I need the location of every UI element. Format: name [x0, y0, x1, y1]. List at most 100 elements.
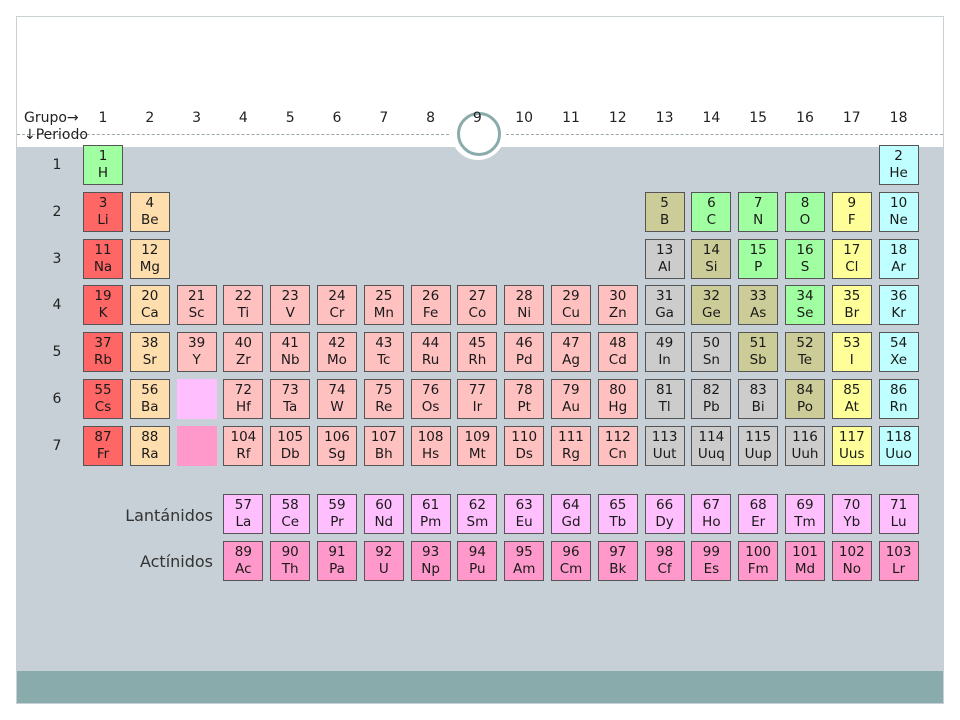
element-cell[interactable]: 65 Tb: [597, 494, 638, 534]
element-cell[interactable]: 15 P: [738, 238, 779, 279]
element-cell[interactable]: 6C: [691, 191, 732, 232]
element-cell[interactable]: 55 Cs: [83, 379, 123, 419]
element-cell[interactable]: 114 Uuq: [691, 425, 732, 466]
element-cell[interactable]: 76 Os: [410, 379, 451, 419]
element-cell[interactable]: 53 I: [831, 332, 872, 373]
element-cell[interactable]: 94 Pu: [457, 541, 498, 581]
element-cell[interactable]: 91 Pa: [317, 541, 357, 581]
element-cell[interactable]: 44 Ru: [410, 332, 451, 373]
element-cell[interactable]: 48 Cd: [597, 332, 638, 373]
element-cell[interactable]: 82 Pb: [691, 379, 732, 419]
element-cell[interactable]: 16 S: [785, 238, 825, 279]
element-cell[interactable]: 95 Am: [504, 541, 545, 581]
element-cell[interactable]: 45 Rh: [457, 332, 498, 373]
element-cell[interactable]: 103 Lr: [878, 541, 919, 581]
element-cell[interactable]: 26 Fe: [410, 285, 451, 326]
element-cell[interactable]: 27 Co: [457, 285, 498, 326]
element-cell[interactable]: 72 Hf: [223, 379, 264, 419]
element-cell[interactable]: 83 Bi: [738, 379, 779, 419]
element-cell[interactable]: 34 Se: [785, 285, 825, 326]
element-cell[interactable]: 59 Pr: [317, 494, 357, 534]
element-cell[interactable]: 50 Sn: [691, 332, 732, 373]
element-cell[interactable]: 69 Tm: [785, 494, 825, 534]
element-cell[interactable]: 17 Cl: [831, 238, 872, 279]
element-cell[interactable]: 71 Lu: [878, 494, 919, 534]
element-cell[interactable]: 56 Ba: [129, 379, 170, 419]
element-cell[interactable]: 74 W: [317, 379, 357, 419]
element-cell[interactable]: 88 Ra: [129, 425, 170, 466]
element-cell[interactable]: 42 Mo: [317, 332, 357, 373]
element-cell[interactable]: 36 Kr: [878, 285, 919, 326]
element-cell[interactable]: 8O: [785, 191, 825, 232]
element-cell[interactable]: 79 Au: [551, 379, 591, 419]
element-cell[interactable]: 105 Db: [270, 425, 311, 466]
element-cell[interactable]: 87 Fr: [83, 425, 123, 466]
element-cell[interactable]: 11 Na: [83, 238, 123, 279]
element-cell[interactable]: 12 Mg: [129, 238, 170, 279]
element-cell[interactable]: 111 Rg: [551, 425, 591, 466]
element-cell[interactable]: 35 Br: [831, 285, 872, 326]
element-cell[interactable]: 43 Tc: [363, 332, 404, 373]
element-cell[interactable]: 14 Si: [691, 238, 732, 279]
element-cell[interactable]: 29 Cu: [551, 285, 591, 326]
element-cell[interactable]: 84 Po: [785, 379, 825, 419]
element-cell[interactable]: 60 Nd: [363, 494, 404, 534]
element-cell[interactable]: 5B: [644, 191, 685, 232]
element-cell[interactable]: 23 V: [270, 285, 311, 326]
element-cell[interactable]: 38 Sr: [129, 332, 170, 373]
element-cell[interactable]: 99 Es: [691, 541, 732, 581]
element-cell[interactable]: 118 Uuo: [878, 425, 919, 466]
element-cell[interactable]: 110 Ds: [504, 425, 545, 466]
element-cell[interactable]: 47 Ag: [551, 332, 591, 373]
element-cell[interactable]: 92 U: [363, 541, 404, 581]
element-cell[interactable]: 49 In: [644, 332, 685, 373]
element-cell[interactable]: 13 Al: [644, 238, 685, 279]
element-cell[interactable]: 10 Ne: [878, 191, 919, 232]
element-cell[interactable]: 51 Sb: [738, 332, 779, 373]
element-cell[interactable]: 46 Pd: [504, 332, 545, 373]
element-cell[interactable]: 39 Y: [176, 332, 217, 373]
element-cell[interactable]: 33 As: [738, 285, 779, 326]
element-cell[interactable]: 41 Nb: [270, 332, 311, 373]
element-cell[interactable]: 30 Zn: [597, 285, 638, 326]
element-cell[interactable]: 3 Li: [83, 191, 123, 232]
element-cell[interactable]: 58 Ce: [270, 494, 311, 534]
element-cell[interactable]: 4 Be: [129, 191, 170, 232]
element-cell[interactable]: 77 Ir: [457, 379, 498, 419]
element-cell[interactable]: 68 Er: [738, 494, 779, 534]
element-cell[interactable]: 89 Ac: [223, 541, 264, 581]
element-cell[interactable]: 24 Cr: [317, 285, 357, 326]
element-cell[interactable]: 20 Ca: [129, 285, 170, 326]
element-cell[interactable]: 90 Th: [270, 541, 311, 581]
element-cell[interactable]: 81 Tl: [644, 379, 685, 419]
element-cell[interactable]: 107 Bh: [363, 425, 404, 466]
element-cell[interactable]: 2 He: [878, 145, 919, 185]
element-cell[interactable]: 80 Hg: [597, 379, 638, 419]
element-cell[interactable]: 109 Mt: [457, 425, 498, 466]
element-cell[interactable]: 19 K: [83, 285, 123, 326]
element-cell[interactable]: 63 Eu: [504, 494, 545, 534]
element-cell[interactable]: 25 Mn: [363, 285, 404, 326]
element-cell[interactable]: 70 Yb: [831, 494, 872, 534]
element-cell[interactable]: 73 Ta: [270, 379, 311, 419]
element-cell[interactable]: 1H: [83, 145, 123, 185]
element-cell[interactable]: 85 At: [831, 379, 872, 419]
element-cell[interactable]: 28 Ni: [504, 285, 545, 326]
element-cell[interactable]: 78 Pt: [504, 379, 545, 419]
element-cell[interactable]: 117 Uus: [831, 425, 872, 466]
element-cell[interactable]: 57 La: [223, 494, 264, 534]
element-cell[interactable]: 96 Cm: [551, 541, 591, 581]
element-cell[interactable]: 108 Hs: [410, 425, 451, 466]
element-cell[interactable]: 54 Xe: [878, 332, 919, 373]
element-cell[interactable]: 61 Pm: [410, 494, 451, 534]
element-cell[interactable]: 67 Ho: [691, 494, 732, 534]
element-cell[interactable]: 102 No: [831, 541, 872, 581]
element-cell[interactable]: 62 Sm: [457, 494, 498, 534]
element-cell[interactable]: 31 Ga: [644, 285, 685, 326]
element-cell[interactable]: 64 Gd: [551, 494, 591, 534]
element-cell[interactable]: 101 Md: [785, 541, 825, 581]
element-cell[interactable]: 86 Rn: [878, 379, 919, 419]
element-cell[interactable]: 97 Bk: [597, 541, 638, 581]
element-cell[interactable]: 93 Np: [410, 541, 451, 581]
element-cell[interactable]: 113 Uut: [644, 425, 685, 466]
